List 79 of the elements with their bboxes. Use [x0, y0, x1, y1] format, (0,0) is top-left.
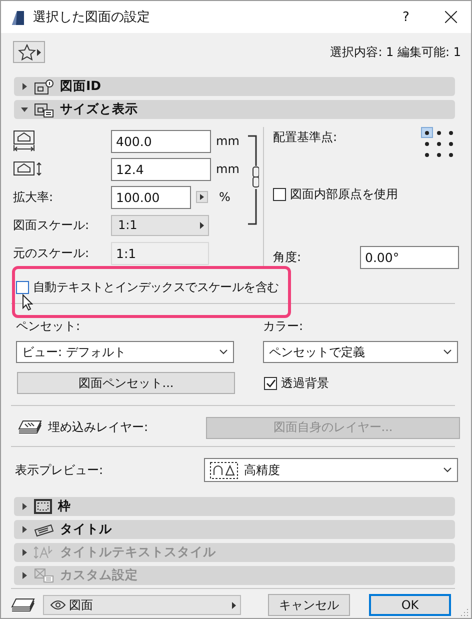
caret-icon — [21, 549, 28, 556]
unit-label: mm — [216, 162, 240, 176]
checkbox[interactable] — [16, 281, 29, 294]
anchor-label: 配置基準点: — [273, 129, 338, 146]
original-scale-field: 1:1 — [111, 242, 209, 264]
section-title: 図面ID — [60, 78, 102, 95]
pen-set-label: ペンセット: — [16, 318, 82, 335]
caret-icon — [232, 602, 236, 608]
zoom-field[interactable]: 100.00 — [111, 186, 191, 208]
checkbox-label: 透過背景 — [281, 374, 329, 392]
section-title: タイトル — [60, 521, 112, 538]
checkbox[interactable] — [264, 376, 277, 390]
anchor-point[interactable] — [421, 127, 433, 138]
drawing-list-icon — [34, 102, 54, 118]
unit-label: % — [219, 190, 230, 204]
section-title: サイズと表示 — [60, 101, 138, 118]
width-field[interactable]: 400.0 — [111, 130, 211, 152]
caret-icon — [21, 572, 28, 579]
pen-set-button[interactable]: 図面ペンセット... — [17, 372, 235, 394]
section-title: タイトルテキストスタイル — [60, 544, 216, 561]
unit-label: mm — [216, 134, 240, 148]
caret-icon — [21, 526, 28, 533]
arrow-button-icon[interactable] — [196, 191, 208, 203]
caret-icon — [36, 48, 40, 56]
preview-quality-icon — [210, 462, 238, 478]
preview-label: 表示プレビュー: — [15, 462, 104, 478]
chevron-down-icon — [219, 349, 228, 355]
custom-settings-icon — [34, 568, 54, 583]
caret-icon — [21, 503, 28, 510]
layer-label: 埋め込みレイヤー: — [48, 419, 148, 436]
scale-dropdown[interactable]: 1:1 — [111, 214, 209, 236]
checkbox-label: 図面内部原点を使用 — [290, 186, 398, 203]
zoom-label: 拡大率: — [13, 188, 54, 206]
section-header[interactable]: 枠 — [14, 497, 455, 516]
angle-field[interactable]: 0.00° — [360, 246, 459, 269]
link-bracket-icon — [247, 135, 259, 225]
section-header[interactable]: 図面ID — [14, 77, 455, 96]
cursor-icon — [22, 294, 33, 311]
dialog-button[interactable]: キャンセル — [268, 594, 350, 616]
check-icon — [266, 378, 276, 388]
chevron-down-icon — [443, 349, 452, 355]
help-button[interactable]: ? — [383, 10, 429, 24]
section-header[interactable]: タイトル — [14, 520, 455, 539]
caret-icon — [21, 106, 28, 113]
window-title: 選択した図面の設定 — [33, 9, 151, 26]
preview-value: 高精度 — [244, 462, 280, 478]
drawing-info-icon — [34, 78, 54, 94]
preview-dropdown[interactable]: 高精度 — [204, 458, 458, 482]
chevron-down-icon — [443, 467, 452, 473]
angle-label: 角度: — [273, 249, 302, 266]
caret-icon — [21, 83, 28, 90]
title-tag-icon — [34, 522, 54, 537]
color-label: カラー: — [263, 318, 304, 335]
color-dropdown[interactable]: ペンセットで定義 — [263, 341, 458, 363]
height-icon — [13, 161, 43, 177]
checkbox-label: 自動テキストとインデックスでスケールを含む — [33, 279, 279, 296]
resize-grip-icon — [461, 608, 469, 616]
dialog-button[interactable]: OK — [369, 594, 451, 616]
app-logo-icon — [11, 10, 25, 24]
original-scale-label: 元のスケール: — [13, 244, 90, 262]
view-dropdown[interactable]: 図面 — [43, 595, 241, 615]
caret-icon — [200, 222, 204, 228]
close-icon[interactable] — [445, 11, 457, 23]
scale-label: 図面スケール: — [13, 216, 90, 234]
eye-icon — [50, 600, 66, 610]
height-field[interactable]: 12.4 — [111, 158, 211, 180]
width-icon — [13, 130, 35, 152]
selection-info: 選択内容: 1 編集可能: 1 — [330, 44, 461, 60]
section-title: カスタム設定 — [60, 567, 138, 584]
view-value: 図面 — [69, 596, 93, 614]
pen-set-dropdown[interactable]: ビュー: デフォルト — [16, 341, 234, 363]
layers-icon — [18, 420, 42, 435]
frame-icon — [34, 499, 52, 514]
section-title: 枠 — [58, 498, 71, 515]
favorites-button[interactable] — [13, 41, 45, 63]
section-header[interactable]: サイズと表示 — [14, 100, 455, 119]
checkbox[interactable] — [273, 188, 286, 201]
text-style-icon — [34, 545, 54, 560]
layers-icon — [11, 598, 35, 612]
